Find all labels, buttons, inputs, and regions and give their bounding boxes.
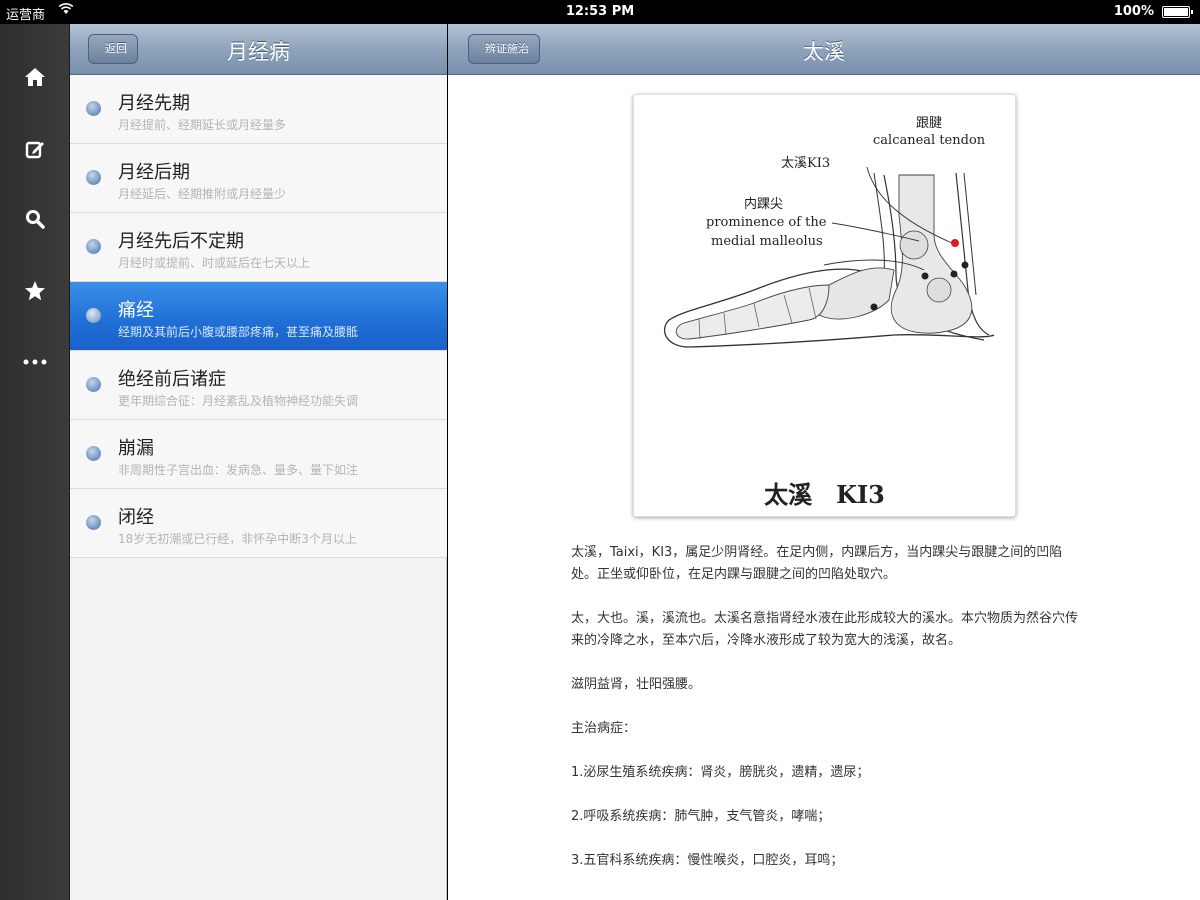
list-item-subtitle: 更年期综合征：月经紊乱及植物神经功能失调 xyxy=(118,394,359,408)
bullet-icon xyxy=(86,446,101,461)
bullet-icon xyxy=(86,308,101,323)
description-paragraph: 1.泌尿生殖系统疾病：肾炎，膀胱炎，遗精，遗尿； xyxy=(571,765,870,780)
detail-pane: 辨证施治 太溪 跟腱 calcaneal tendon 太溪KI3 内踝尖 pr… xyxy=(448,24,1200,900)
description-paragraph: 太，大也。溪，溪流也。太溪名意指肾经水液在此形成较大的溪水。本穴物质为然谷穴传来… xyxy=(571,611,1079,648)
search-icon xyxy=(26,210,45,229)
tab-compose[interactable] xyxy=(0,129,70,169)
detail-title: 太溪 xyxy=(803,40,845,64)
label-malleolus-en2: medial malleolus xyxy=(711,234,823,249)
figure-caption: 太溪 KI3 xyxy=(634,475,1015,510)
description-paragraph: 太溪，Taixi，KI3，属足少阴肾经。在足内侧，内踝后方，当内踝尖与跟腱之间的… xyxy=(571,545,1063,582)
caption-en: KI3 xyxy=(836,480,885,509)
list-item-title: 月经先后不定期 xyxy=(118,231,244,252)
compose-icon xyxy=(25,141,44,159)
list-item-subtitle: 月经延后、经期推附或月经量少 xyxy=(118,187,287,201)
list-item-title: 月经后期 xyxy=(118,162,190,183)
list-item-title: 闭经 xyxy=(118,507,154,528)
list-item[interactable]: 月经先后不定期月经时或提前、时或延后在七天以上 xyxy=(70,213,447,282)
master-pane: 返回 月经病 月经先期月经提前、经期延长或月经量多月经后期月经延后、经期推附或月… xyxy=(70,24,447,900)
description-paragraph: 2.呼吸系统疾病：肺气肿，支气管炎，哮喘； xyxy=(571,809,831,824)
status-bar: 运营商 12:53 PM 100% xyxy=(0,0,1200,24)
list-item-subtitle: 经期及其前后小腹或腰部疼痛，甚至痛及腰骶 xyxy=(118,325,359,339)
battery-level: 100% xyxy=(1113,4,1154,19)
list-item-title: 崩漏 xyxy=(118,438,154,459)
label-malleolus-cn: 内踝尖 xyxy=(744,197,784,212)
list-item[interactable]: 崩漏非周期性子宫出血：发病急、量多、量下如注 xyxy=(70,420,447,489)
list-item[interactable]: 痛经经期及其前后小腹或腰部疼痛，甚至痛及腰骶 xyxy=(70,282,447,351)
list-item-title: 月经先期 xyxy=(118,93,190,114)
acupoint-description: 太溪，Taixi，KI3，属足少阴肾经。在足内侧，内踝后方，当内踝尖与跟腱之间的… xyxy=(571,542,1086,894)
tab-more[interactable] xyxy=(0,342,70,382)
label-point: 太溪KI3 xyxy=(781,156,831,171)
master-title: 月经病 xyxy=(227,40,290,64)
status-time: 12:53 PM xyxy=(565,4,635,19)
list-item[interactable]: 月经后期月经延后、经期推附或月经量少 xyxy=(70,144,447,213)
bullet-icon xyxy=(86,170,101,185)
list-item-subtitle: 非周期性子宫出血：发病急、量多、量下如注 xyxy=(118,463,359,477)
list-item[interactable]: 月经先期月经提前、经期延长或月经量多 xyxy=(70,75,447,144)
battery-icon xyxy=(1162,6,1193,18)
list-item[interactable]: 绝经前后诸症更年期综合征：月经紊乱及植物神经功能失调 xyxy=(70,351,447,420)
list-item[interactable]: 闭经 18岁无初潮或已行经，非怀孕中断3个月以上 xyxy=(70,489,447,558)
home-icon xyxy=(25,68,45,86)
label-malleolus-en1: prominence of the xyxy=(706,215,827,230)
bullet-icon xyxy=(86,377,101,392)
list-item-subtitle: 月经时或提前、时或延后在七天以上 xyxy=(118,256,311,270)
list-item-title: 痛经 xyxy=(118,300,154,321)
tab-favorites[interactable] xyxy=(0,271,70,311)
label-tendon-en: calcaneal tendon xyxy=(873,133,986,148)
acupoint-figure: 跟腱 calcaneal tendon 太溪 KI3 内踝尖 prominence… xyxy=(633,94,1016,517)
master-navbar: 返回 月经病 xyxy=(70,24,447,75)
description-paragraph: 滋阴益肾，壮阳强腰。 xyxy=(571,677,702,692)
list-item-subtitle: 18岁无初潮或已行经，非怀孕中断3个月以上 xyxy=(118,532,357,546)
bullet-icon xyxy=(86,239,101,254)
detail-navbar: 辨证施治 太溪 xyxy=(448,24,1200,75)
tab-search[interactable] xyxy=(0,199,70,239)
star-icon xyxy=(25,281,45,301)
label-tendon-cn: 跟腱 xyxy=(916,116,943,131)
description-paragraph: 主治病症： xyxy=(571,721,637,736)
description-paragraph: 3.五官科系统疾病：慢性喉炎，口腔炎，耳鸣； xyxy=(571,853,844,868)
category-list: 月经先期月经提前、经期延长或月经量多月经后期月经延后、经期推附或月经量少月经先后… xyxy=(70,75,447,558)
tab-home[interactable] xyxy=(0,57,70,97)
list-item-subtitle: 月经提前、经期延长或月经量多 xyxy=(118,118,287,132)
bullet-icon xyxy=(86,101,101,116)
bullet-icon xyxy=(86,515,101,530)
side-tab-bar xyxy=(0,24,70,900)
caption-cn: 太溪 xyxy=(764,480,813,509)
list-item-title: 绝经前后诸症 xyxy=(118,369,226,390)
more-icon xyxy=(23,359,47,365)
